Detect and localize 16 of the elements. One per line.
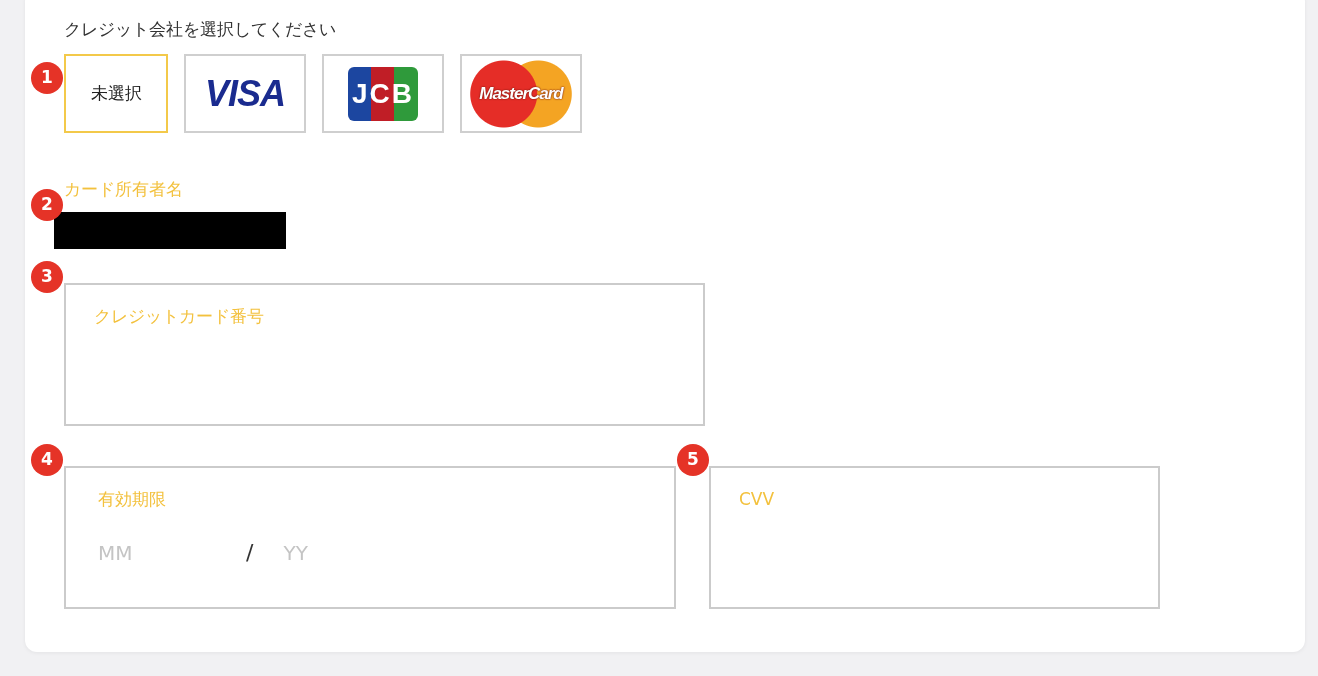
step-badge: 2	[31, 189, 63, 221]
section-prompt: クレジット会社を選択してください	[64, 18, 336, 40]
step-badge: 5	[677, 444, 709, 476]
card-brand-option[interactable]: 未選択	[64, 54, 168, 133]
year-input[interactable]: YY	[283, 537, 404, 568]
field-label: 有効期限	[98, 488, 166, 510]
month-input[interactable]: MM	[98, 537, 246, 568]
expiry-field[interactable]: 有効期限 MM / YY	[64, 466, 676, 609]
step-badge: 1	[31, 62, 63, 94]
step-badge: 3	[31, 261, 63, 293]
step-badge: 4	[31, 444, 63, 476]
field-label: CVV	[739, 488, 775, 510]
field-label: クレジットカード番号	[94, 305, 264, 327]
field-label: カード所有者名	[64, 178, 183, 200]
date-separator: /	[246, 539, 254, 567]
card-brand-option[interactable]: VISA	[184, 54, 306, 133]
